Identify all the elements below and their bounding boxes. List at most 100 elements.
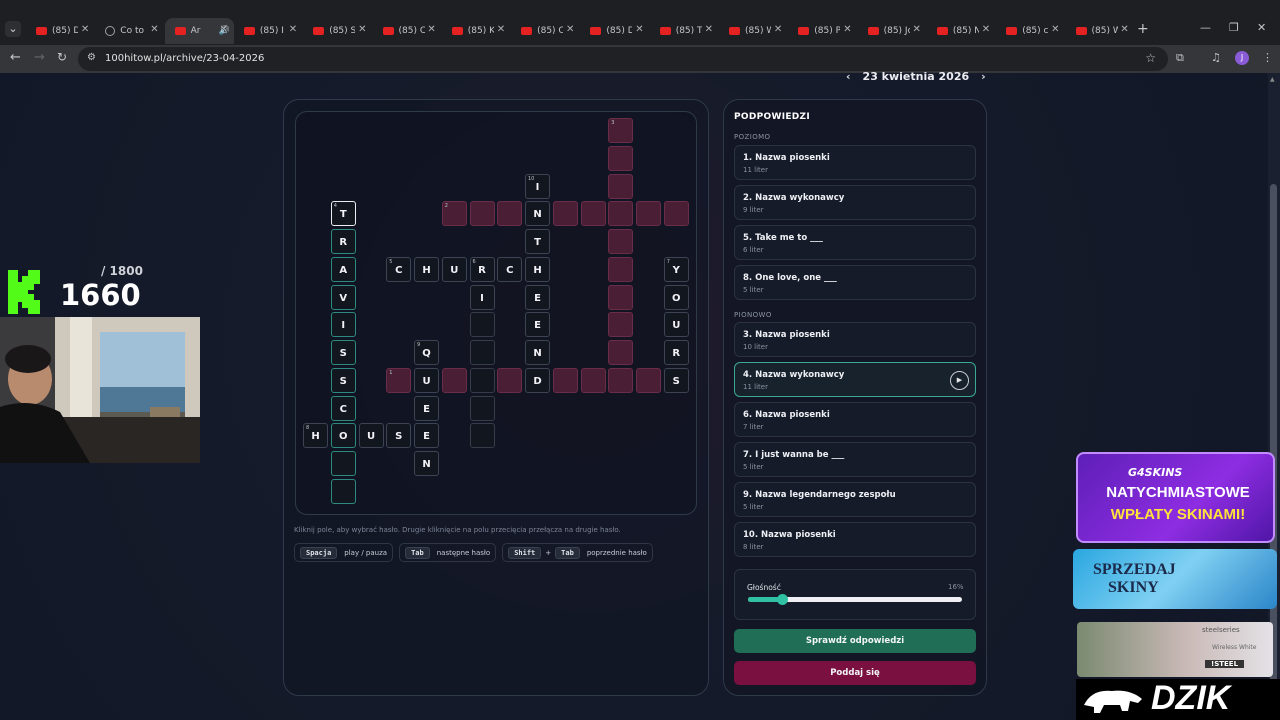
- browser-tab[interactable]: (85) D ✕: [580, 18, 649, 44]
- crossword-cell[interactable]: U: [663, 312, 689, 338]
- prev-day-icon[interactable]: ‹: [846, 70, 851, 83]
- crossword-cell[interactable]: [497, 201, 523, 227]
- clue-item[interactable]: 7. I just wanna be ___ 5 liter: [734, 442, 976, 477]
- crossword-cell[interactable]: [608, 256, 634, 282]
- close-window-icon[interactable]: ✕: [1257, 21, 1266, 34]
- address-bar[interactable]: ⚙ 100hitow.pl/archive/23-04-2026 ☆: [78, 47, 1168, 71]
- crossword-cell[interactable]: E: [414, 423, 439, 449]
- clue-item[interactable]: 6. Nazwa piosenki 7 liter: [734, 402, 976, 437]
- forward-icon[interactable]: →: [34, 50, 45, 65]
- maximize-icon[interactable]: ❐: [1229, 21, 1239, 34]
- crossword-cell[interactable]: I: [330, 312, 356, 338]
- close-tab-icon[interactable]: ✕: [705, 24, 713, 35]
- crossword-cell[interactable]: [469, 395, 495, 421]
- crossword-cell[interactable]: R: [330, 229, 356, 254]
- crossword-cell[interactable]: O: [330, 423, 356, 449]
- g4skins-ad[interactable]: G4SKINS NATYCHMIASTOWE WPŁATY SKINAMI!: [1076, 452, 1275, 543]
- browser-tab[interactable]: (85) P ✕: [788, 18, 857, 44]
- crossword-cell[interactable]: I: [469, 284, 495, 310]
- crossword-cell[interactable]: [469, 423, 495, 449]
- close-tab-icon[interactable]: ✕: [497, 24, 505, 35]
- crossword-cell[interactable]: [580, 201, 606, 227]
- browser-tab[interactable]: (85) D ✕: [26, 18, 95, 44]
- close-tab-icon[interactable]: ✕: [635, 24, 643, 35]
- crossword-cell[interactable]: V: [330, 284, 356, 310]
- clue-item[interactable]: 8. One love, one ___ 5 liter: [734, 265, 976, 300]
- scroll-up-arrow-icon[interactable]: ▲: [1270, 76, 1275, 83]
- close-tab-icon[interactable]: ✕: [81, 24, 89, 35]
- clue-item[interactable]: 5. Take me to ___ 6 liter: [734, 225, 976, 260]
- crossword-cell[interactable]: [608, 284, 634, 310]
- close-tab-icon[interactable]: ✕: [566, 24, 574, 35]
- browser-tab[interactable]: (85) C ✕: [511, 18, 580, 44]
- browser-tab[interactable]: (85) S ✕: [303, 18, 372, 44]
- crossword-cell[interactable]: [469, 367, 495, 393]
- browser-tab[interactable]: (85) K ✕: [442, 18, 511, 44]
- close-tab-icon[interactable]: ✕: [1120, 24, 1128, 35]
- crossword-cell[interactable]: H: [414, 256, 439, 282]
- crossword-cell[interactable]: U: [414, 367, 439, 393]
- crossword-cell[interactable]: E: [414, 395, 439, 421]
- crossword-cell[interactable]: D: [525, 367, 550, 393]
- dzik-ad[interactable]: DZIK: [1076, 679, 1280, 720]
- crossword-cell[interactable]: A: [330, 256, 356, 282]
- crossword-cell[interactable]: R6: [469, 256, 495, 282]
- menu-kebab-icon[interactable]: ⋮: [1262, 51, 1273, 64]
- close-tab-icon[interactable]: ✕: [427, 24, 435, 35]
- crossword-cell[interactable]: [580, 367, 606, 393]
- crossword-cell[interactable]: [552, 367, 578, 393]
- volume-slider[interactable]: [748, 594, 962, 605]
- crossword-cell[interactable]: T4: [330, 201, 356, 227]
- site-info-icon[interactable]: ⚙: [87, 52, 96, 63]
- crossword-cell[interactable]: H8: [303, 423, 328, 449]
- crossword-cell[interactable]: [608, 145, 634, 171]
- check-answers-button[interactable]: Sprawdź odpowiedzi: [734, 629, 976, 653]
- crossword-cell[interactable]: N: [525, 340, 550, 365]
- browser-tab[interactable]: (85) I ✕: [234, 18, 303, 44]
- close-tab-icon[interactable]: ✕: [913, 24, 921, 35]
- crossword-cell[interactable]: H: [525, 256, 550, 282]
- crossword-cell[interactable]: [608, 367, 634, 393]
- crossword-cell[interactable]: N: [525, 201, 550, 227]
- crossword-cell[interactable]: S: [386, 423, 412, 449]
- crossword-cell[interactable]: [608, 173, 634, 199]
- crossword-cell[interactable]: S: [663, 367, 689, 393]
- steelseries-ad[interactable]: steelseries Wireless White !STEEL: [1077, 622, 1273, 677]
- next-day-icon[interactable]: ›: [981, 70, 986, 83]
- crossword-cell[interactable]: [469, 201, 495, 227]
- crossword-cell[interactable]: [552, 201, 578, 227]
- crossword-cell[interactable]: N: [414, 451, 439, 476]
- clue-item[interactable]: 4. Nazwa wykonawcy 11 liter ▶: [734, 362, 976, 397]
- close-tab-icon[interactable]: ✕: [289, 24, 297, 35]
- browser-tab[interactable]: (85) C ✕: [373, 18, 442, 44]
- extensions-icon[interactable]: ⧉: [1176, 51, 1184, 65]
- browser-tab[interactable]: (85) Jo✕: [858, 18, 927, 44]
- crossword-cell[interactable]: [469, 340, 495, 365]
- crossword-cell[interactable]: R: [663, 340, 689, 365]
- profile-avatar[interactable]: J: [1235, 51, 1249, 65]
- crossword-cell[interactable]: E: [525, 312, 550, 338]
- crossword-cell[interactable]: O: [663, 284, 689, 310]
- close-tab-icon[interactable]: ✕: [358, 24, 366, 35]
- browser-tab[interactable]: (85) T ✕: [650, 18, 719, 44]
- minimize-icon[interactable]: —: [1200, 21, 1211, 34]
- crossword-cell[interactable]: U: [441, 256, 467, 282]
- sell-skins-ad[interactable]: SPRZEDAJ SKINY: [1073, 549, 1277, 609]
- clue-item[interactable]: 3. Nazwa piosenki 10 liter: [734, 322, 976, 357]
- close-tab-icon[interactable]: ✕: [843, 24, 851, 35]
- crossword-cell[interactable]: U: [358, 423, 384, 449]
- tab-search-icon[interactable]: ⌄: [5, 21, 21, 37]
- crossword-cell[interactable]: S: [330, 367, 356, 393]
- crossword-cell[interactable]: 1: [386, 367, 412, 393]
- bookmark-star-icon[interactable]: ☆: [1145, 51, 1156, 65]
- new-tab-button[interactable]: +: [1137, 21, 1149, 37]
- crossword-cell[interactable]: [608, 229, 634, 254]
- crossword-cell[interactable]: [636, 367, 661, 393]
- close-tab-icon[interactable]: ✕: [982, 24, 990, 35]
- close-tab-icon[interactable]: ✕: [774, 24, 782, 35]
- clue-item[interactable]: 10. Nazwa piosenki 8 liter: [734, 522, 976, 557]
- page-scrollbar-thumb[interactable]: [1270, 184, 1277, 696]
- crossword-cell[interactable]: Q9: [414, 340, 439, 365]
- crossword-cell[interactable]: [608, 312, 634, 338]
- close-tab-icon[interactable]: ✕: [150, 24, 158, 35]
